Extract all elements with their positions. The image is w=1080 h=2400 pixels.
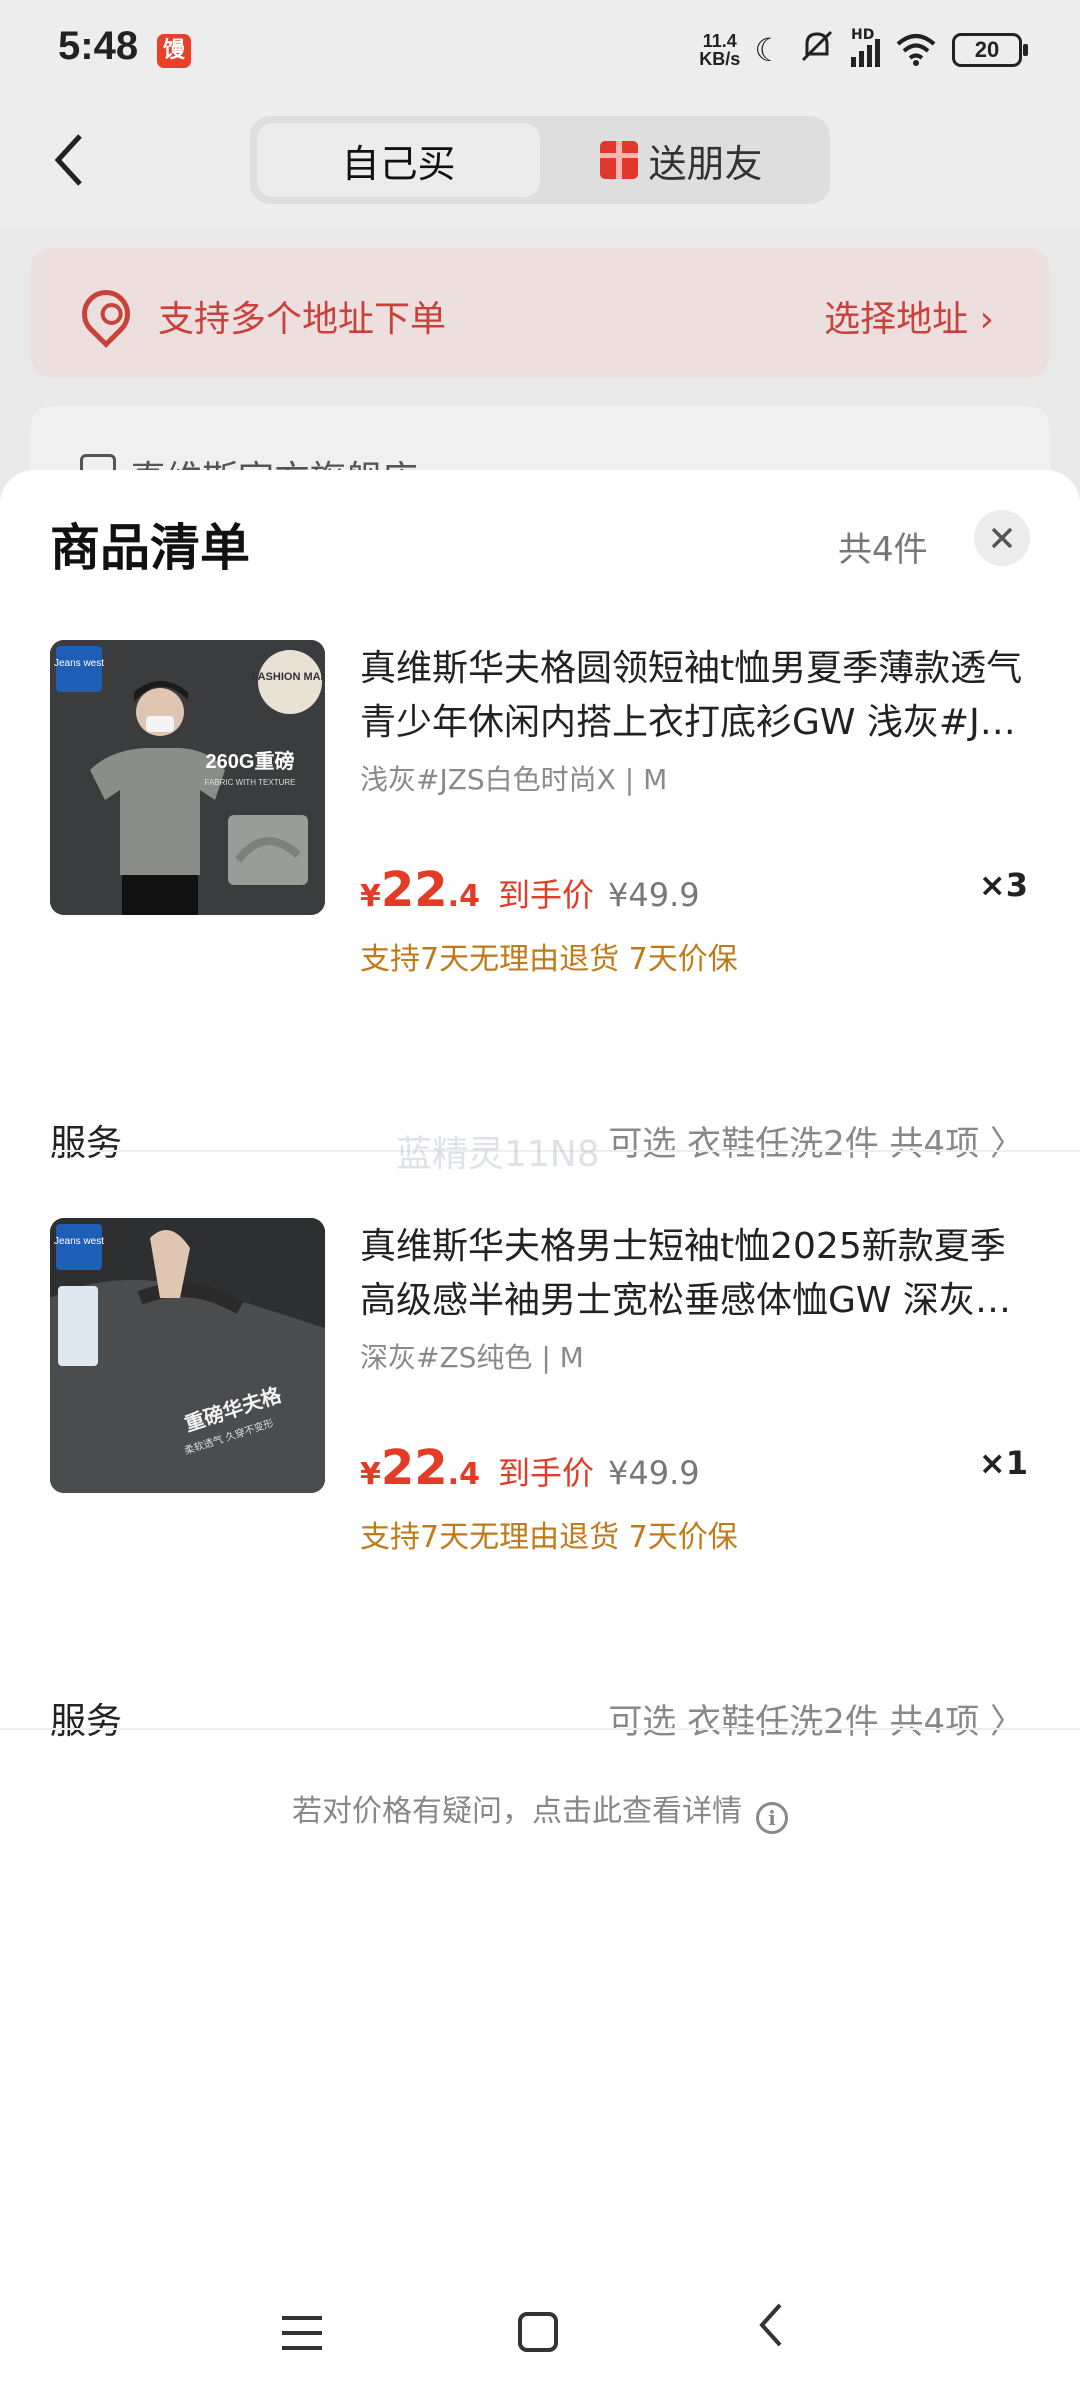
product-item[interactable]: Jeans west FASHION MAN 260G重磅 FABRIC WIT… bbox=[0, 640, 1080, 1060]
quantity: ×3 bbox=[978, 866, 1028, 904]
address-hint: 支持多个地址下单 bbox=[158, 299, 447, 340]
page-header: 自己买 送朋友 bbox=[0, 100, 1080, 230]
product-image[interactable]: Jeans west FASHION MAN 260G重磅 FABRIC WIT… bbox=[50, 640, 325, 915]
gift-icon bbox=[600, 141, 639, 179]
back-button[interactable] bbox=[50, 130, 110, 200]
system-nav-bar bbox=[0, 2270, 1080, 2400]
final-price: ¥ 22 .4 到手价 bbox=[360, 1440, 594, 1496]
product-image[interactable]: Jeans west 重磅华夫格 柔软透气 久穿不变形 bbox=[50, 1218, 325, 1493]
divider bbox=[0, 1728, 1080, 1730]
product-spec: 深灰#ZS纯色 | M bbox=[360, 1341, 584, 1374]
select-address-link[interactable]: 选择地址 › bbox=[824, 290, 994, 342]
info-icon: i bbox=[756, 1802, 788, 1834]
watermark: 蓝精灵11N8 bbox=[396, 1134, 600, 1175]
address-card[interactable]: 支持多个地址下单 选择地址 › bbox=[30, 248, 1050, 378]
service-row[interactable]: 服务 可选 衣鞋任洗2件 共4项 〉 bbox=[0, 1670, 1080, 1760]
product-title[interactable]: 真维斯华夫格圆领短袖t恤男夏季薄款透气青少年休闲内搭上衣打底衫GW 浅灰#JZS… bbox=[360, 642, 1030, 750]
status-icons: 11.4 KB/s ☾ HD 20 bbox=[699, 26, 1028, 75]
service-label: 服务 bbox=[50, 1123, 123, 1164]
close-icon bbox=[991, 527, 1013, 549]
quantity: ×1 bbox=[978, 1444, 1028, 1482]
guarantee-tags: 支持7天无理由退货 7天价保 bbox=[360, 942, 738, 977]
svg-text:Jeans west: Jeans west bbox=[54, 1236, 104, 1247]
product-item[interactable]: Jeans west 重磅华夫格 柔软透气 久穿不变形 真维斯华夫格男士短袖t恤… bbox=[0, 1218, 1080, 1638]
item-count: 共4件 bbox=[838, 530, 928, 570]
original-price: ¥49.9 bbox=[608, 876, 700, 914]
mute-icon bbox=[797, 26, 837, 75]
svg-text:Jeans west: Jeans west bbox=[54, 658, 104, 669]
nav-back-button[interactable] bbox=[756, 2300, 786, 2362]
service-label: 服务 bbox=[50, 1701, 123, 1742]
tab-gift-to-friend[interactable]: 送朋友 bbox=[540, 123, 823, 197]
service-options[interactable]: 可选 衣鞋任洗2件 共4项 〉 bbox=[608, 1694, 1024, 1743]
app-notification-icon: 馒 bbox=[157, 34, 191, 68]
price-inquiry-link[interactable]: 若对价格有疑问，点击此查看详情 i bbox=[0, 1786, 1080, 1834]
svg-text:FABRIC WITH TEXTURE: FABRIC WITH TEXTURE bbox=[205, 778, 296, 787]
purchase-mode-toggle: 自己买 送朋友 bbox=[250, 116, 830, 204]
signal-icon: HD bbox=[851, 27, 880, 67]
tab-label: 自己买 bbox=[341, 141, 456, 186]
battery-icon: 20 bbox=[952, 33, 1028, 67]
status-time: 5:48 bbox=[58, 24, 139, 68]
moon-icon: ☾ bbox=[754, 31, 783, 69]
svg-text:260G重磅: 260G重磅 bbox=[206, 749, 295, 773]
original-price: ¥49.9 bbox=[608, 1454, 700, 1492]
tab-label: 送朋友 bbox=[648, 141, 763, 186]
back-arrow-icon bbox=[759, 2303, 782, 2347]
chevron-left-icon bbox=[54, 134, 82, 186]
network-speed: 11.4 KB/s bbox=[699, 31, 741, 69]
close-button[interactable] bbox=[974, 510, 1030, 566]
product-spec: 浅灰#JZS白色时尚X | M bbox=[360, 763, 668, 796]
service-options[interactable]: 可选 衣鞋任洗2件 共4项 〉 bbox=[608, 1116, 1024, 1165]
status-bar: 5:48 馒 11.4 KB/s ☾ HD 20 bbox=[0, 0, 1080, 100]
recent-apps-button[interactable] bbox=[282, 2316, 322, 2350]
tab-buy-for-self[interactable]: 自己买 bbox=[257, 123, 540, 197]
guarantee-tags: 支持7天无理由退货 7天价保 bbox=[360, 1520, 738, 1555]
home-button[interactable] bbox=[518, 2312, 558, 2352]
sheet-title: 商品清单 bbox=[50, 519, 250, 577]
product-title[interactable]: 真维斯华夫格男士短袖t恤2025新款夏季高级感半袖男士宽松垂感体恤GW 深灰#Z… bbox=[360, 1220, 1030, 1328]
location-pin-icon bbox=[72, 280, 140, 348]
final-price: ¥ 22 .4 到手价 bbox=[360, 862, 594, 918]
svg-text:FASHION MAN: FASHION MAN bbox=[252, 671, 326, 683]
wifi-icon bbox=[894, 30, 938, 70]
product-list-sheet: 商品清单 共4件 Jeans west FASHION MAN 260G重磅 F… bbox=[0, 470, 1080, 2400]
